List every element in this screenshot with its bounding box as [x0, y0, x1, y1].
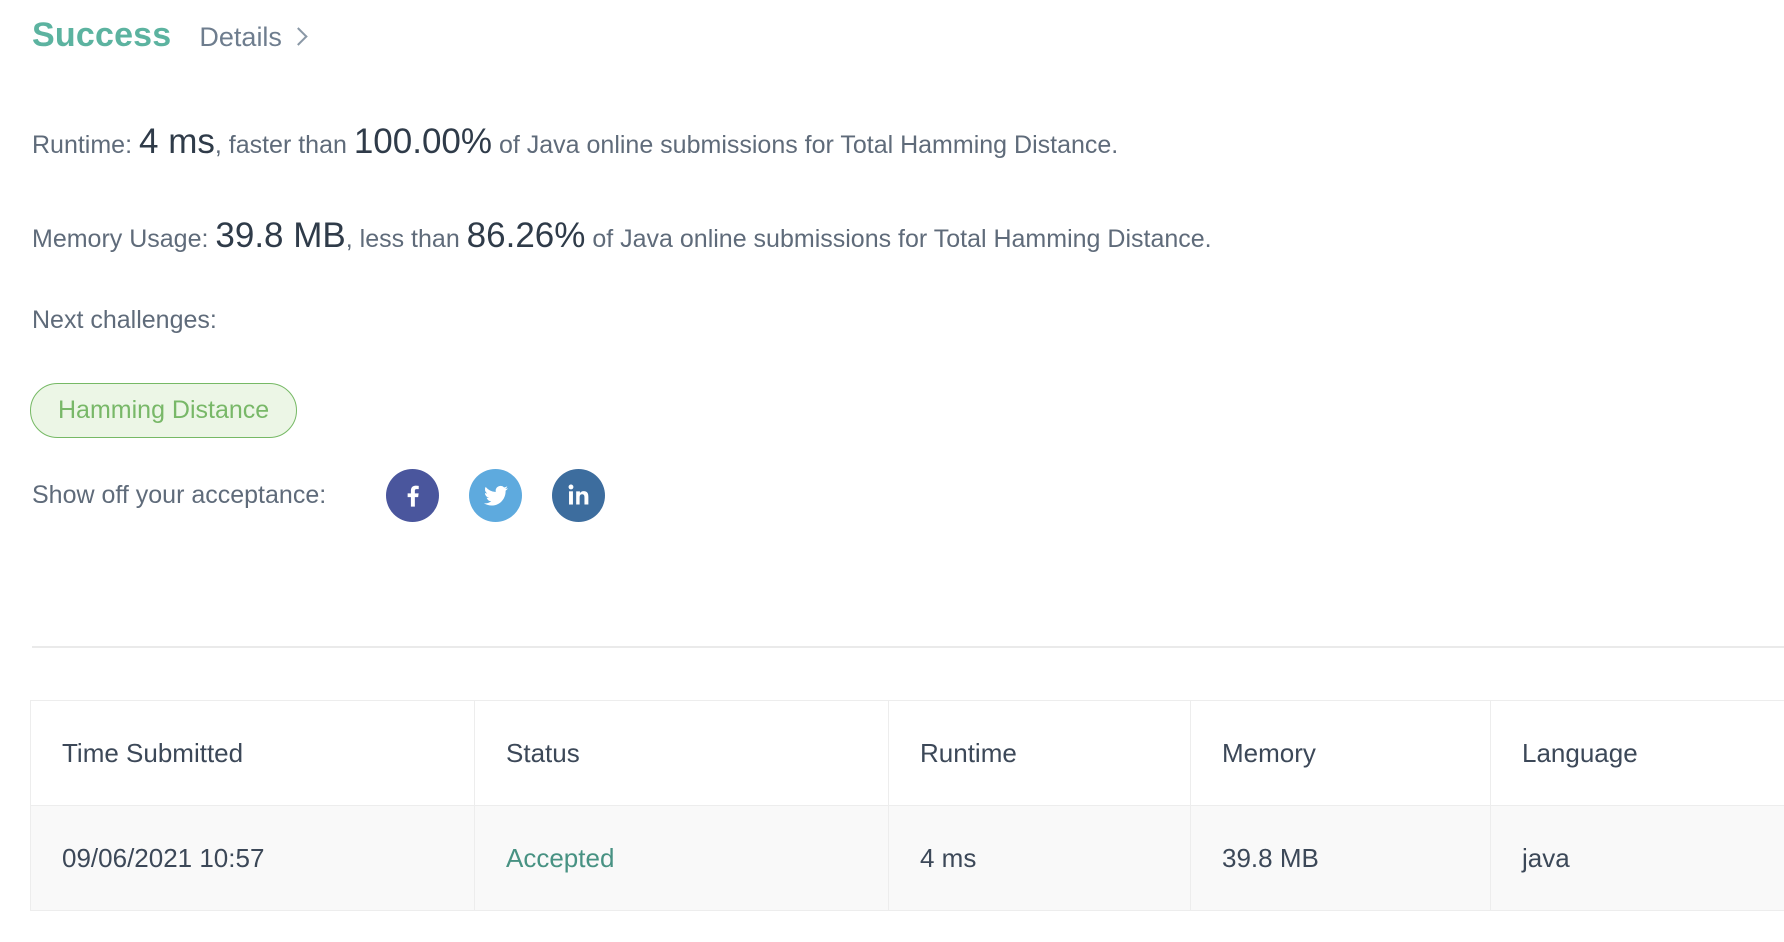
twitter-share-button[interactable]	[469, 468, 523, 522]
column-header-language: Language	[1490, 700, 1784, 806]
cell-memory: 39.8 MB	[1190, 805, 1491, 911]
memory-value: 39.8 MB	[215, 216, 346, 255]
cell-language: java	[1490, 805, 1784, 911]
cell-time-submitted: 09/06/2021 10:57	[30, 805, 475, 911]
memory-summary: Memory Usage: 39.8 MB, less than 86.26% …	[32, 218, 1212, 253]
next-challenge-hamming-distance[interactable]: Hamming Distance	[30, 383, 298, 438]
submissions-table-body: 09/06/2021 10:57 Accepted 4 ms 39.8 MB j…	[30, 805, 1784, 911]
submissions-table-head: Time Submitted Status Runtime Memory Lan…	[30, 700, 1784, 806]
runtime-summary: Runtime: 4 ms, faster than 100.00% of Ja…	[32, 124, 1118, 159]
column-header-status: Status	[474, 700, 889, 806]
next-challenge-label: Hamming Distance	[58, 396, 270, 424]
runtime-label: Runtime:	[32, 131, 133, 159]
table-header-row: Time Submitted Status Runtime Memory Lan…	[30, 700, 1784, 806]
runtime-percentile: 100.00%	[353, 122, 493, 161]
runtime-tail: of Java online submissions for Total Ham…	[498, 131, 1119, 159]
share-label: Show off your acceptance:	[32, 480, 327, 509]
memory-label: Memory Usage:	[32, 225, 209, 253]
page-title: Success	[32, 16, 172, 54]
chevron-right-icon	[289, 27, 308, 46]
linkedin-share-button[interactable]	[552, 468, 606, 522]
submissions-table: Time Submitted Status Runtime Memory Lan…	[30, 700, 1784, 911]
memory-mid: , less than	[345, 225, 460, 253]
cell-runtime: 4 ms	[888, 805, 1191, 911]
details-link-label: Details	[199, 22, 282, 52]
memory-tail: of Java online submissions for Total Ham…	[592, 225, 1212, 253]
twitter-icon	[483, 485, 508, 506]
linkedin-icon	[568, 484, 589, 505]
share-row: Show off your acceptance:	[32, 468, 606, 522]
column-header-memory: Memory	[1190, 700, 1491, 806]
runtime-value: 4 ms	[139, 122, 215, 161]
status-badge-accepted[interactable]: Accepted	[506, 843, 614, 873]
facebook-share-button[interactable]	[386, 468, 440, 522]
details-link[interactable]: Details	[199, 22, 308, 52]
next-challenges-label: Next challenges:	[32, 306, 217, 334]
social-buttons	[386, 468, 606, 522]
facebook-icon	[407, 485, 419, 507]
memory-percentile: 86.26%	[466, 216, 586, 255]
column-header-time-submitted: Time Submitted	[30, 700, 475, 806]
section-divider	[32, 646, 1784, 648]
cell-status: Accepted	[474, 805, 889, 911]
table-row: 09/06/2021 10:57 Accepted 4 ms 39.8 MB j…	[30, 805, 1784, 911]
result-header: Success Details	[32, 16, 308, 54]
column-header-runtime: Runtime	[888, 700, 1191, 806]
runtime-mid: , faster than	[214, 131, 347, 159]
